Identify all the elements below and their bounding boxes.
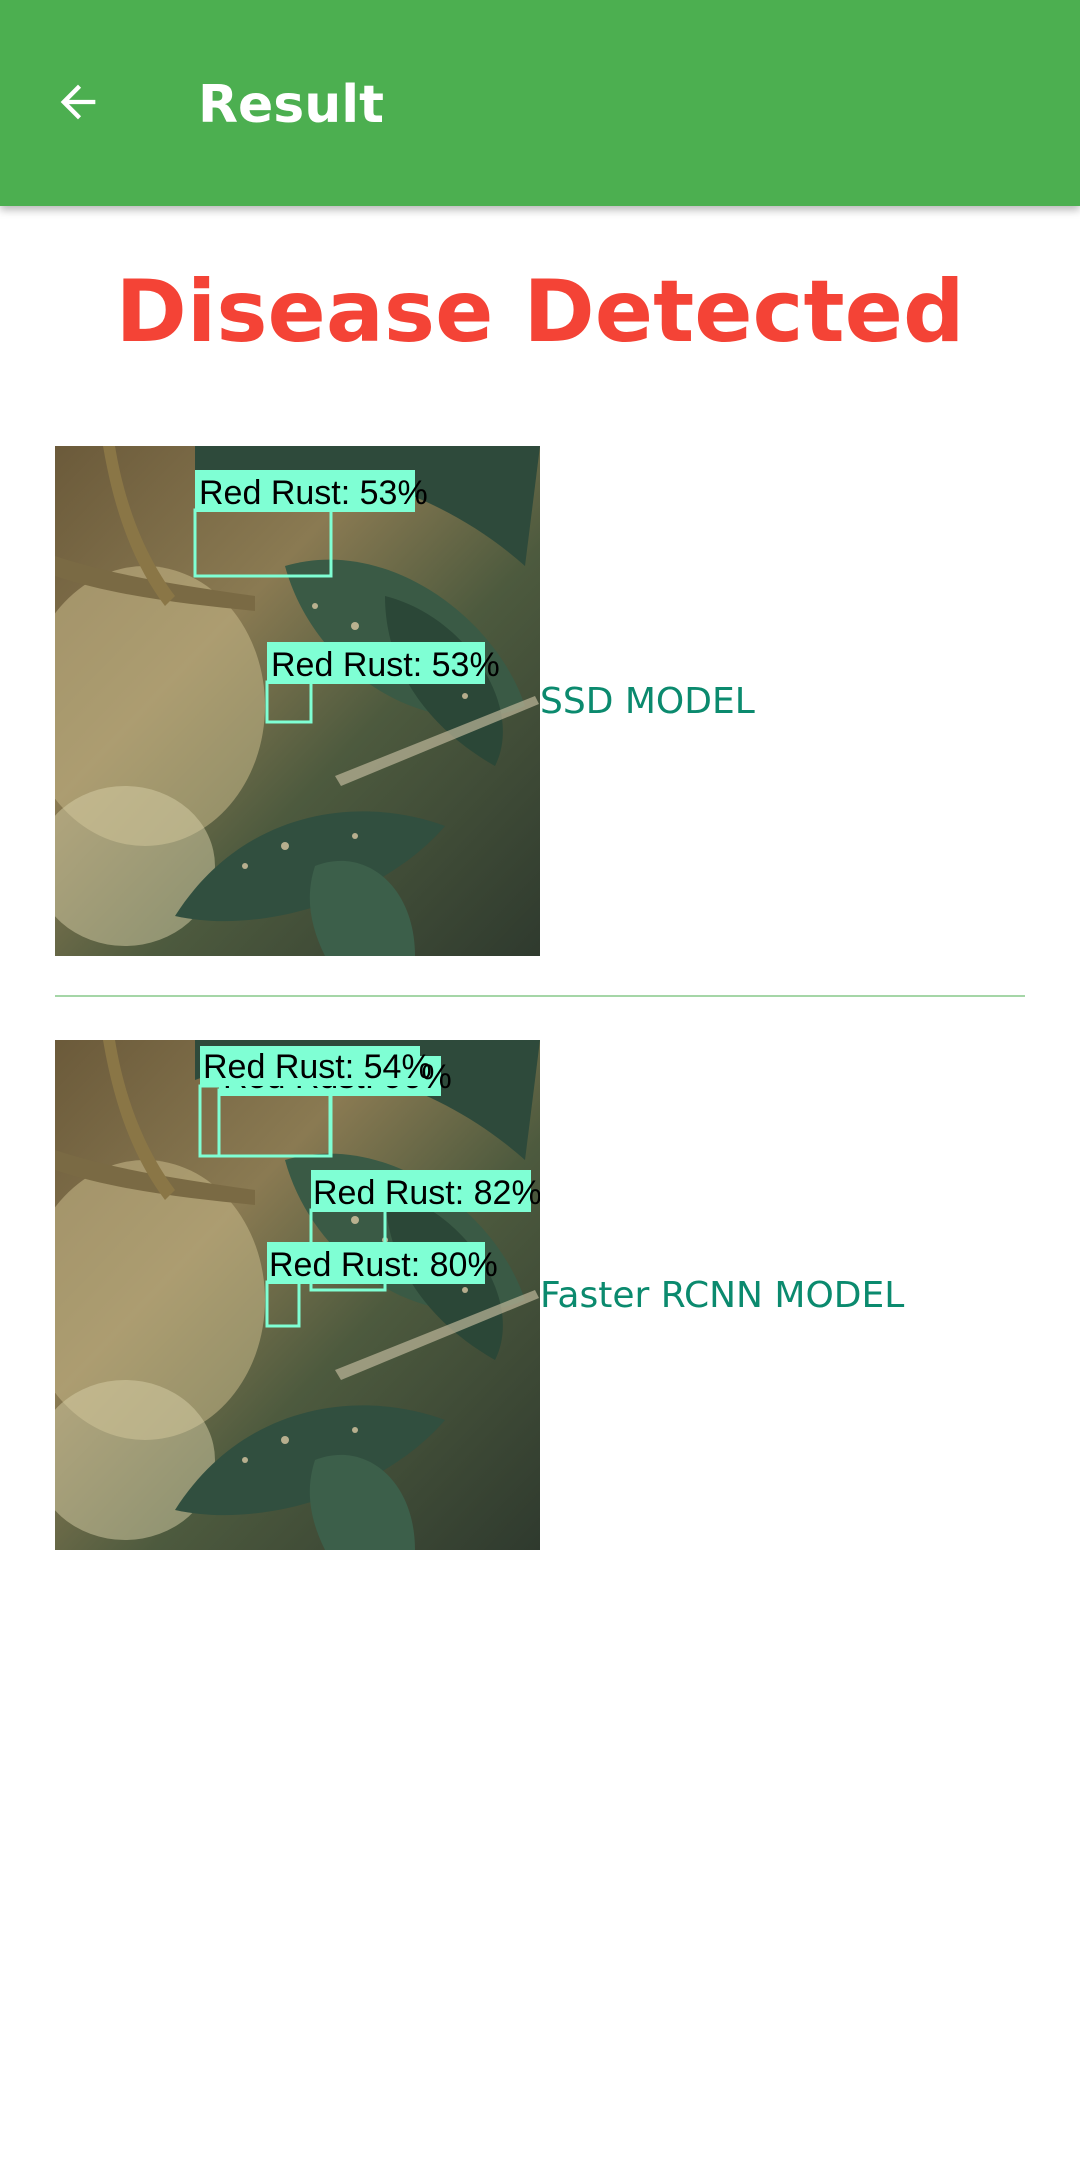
detection-label: Red Rust: 80% [269,1246,498,1284]
arrow-left-icon [60,84,96,120]
status-headline: Disease Detected [115,262,965,362]
app-bar: Result [0,0,1080,206]
back-button[interactable] [40,64,116,140]
divider [55,995,1025,997]
model-label-faster-rcnn: Faster RCNN MODEL [540,1274,905,1316]
detection-label: Red Rust: 54% [203,1048,432,1086]
detection-label: Red Rust: 53% [271,646,500,684]
page-title: Result [198,75,384,135]
detection-label: Red Rust: 82% [313,1174,540,1212]
detection-image-ssd: Red Rust: 53% Red Rust: 53% [55,446,540,956]
detection-image-faster-rcnn: Red Rust: 96% Red Rust: 54% Red Rust: 82… [55,1040,540,1550]
model-label-ssd: SSD MODEL [540,680,755,722]
result-row-ssd: Red Rust: 53% Red Rust: 53% SSD MODEL [55,446,1025,956]
detection-label: Red Rust: 53% [199,474,428,512]
result-row-faster-rcnn: Red Rust: 96% Red Rust: 54% Red Rust: 82… [55,1040,1025,1550]
